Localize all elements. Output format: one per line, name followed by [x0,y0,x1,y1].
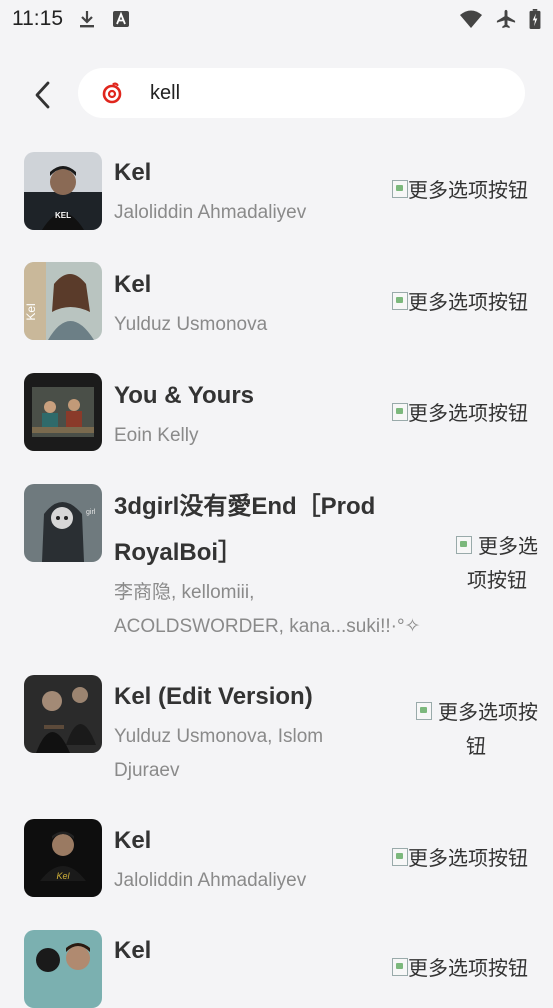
wifi-icon [460,10,482,28]
broken-image-icon [416,702,432,720]
more-options-button[interactable]: 更多选项按钮 [392,286,528,320]
album-cover [24,373,102,451]
album-cover: Kel [24,819,102,897]
search-input[interactable] [150,81,480,105]
svg-text:Kel: Kel [56,871,70,881]
broken-image-icon [392,403,408,421]
battery-icon [529,9,541,29]
album-cover: Kel [24,262,102,340]
svg-text:Kel: Kel [24,303,38,320]
song-artist: Yulduz Usmonova, Islom [114,726,324,747]
song-title: 3dgirl没有愛End［Prod [114,493,376,520]
album-cover: KEL [24,152,102,230]
font-a-icon [113,11,129,27]
album-cover [24,675,102,753]
song-artist-line-2: Djuraev [114,760,180,781]
album-cover: girl [24,484,102,562]
song-title: Kel [114,937,152,964]
song-title: Kel [114,271,152,298]
song-artist: Jaloliddin Ahmadaliyev [114,870,307,891]
broken-image-icon [392,958,408,976]
broken-image-icon [392,180,408,198]
more-options-button[interactable]: 更多选项按钮 [392,952,528,986]
netease-music-logo [102,82,122,104]
more-options-button[interactable]: 更多选 项按钮 [448,530,546,598]
song-title-line-2: RoyalBoi］ [114,539,243,566]
download-icon [80,11,94,28]
more-options-button[interactable]: 更多选项按钮 [392,397,528,431]
airplane-icon [496,9,516,29]
more-options-button[interactable]: 更多选项按钮 [392,174,528,208]
svg-text:girl: girl [86,509,96,516]
song-title: Kel [114,827,152,854]
status-bar: 11:15 [0,0,553,38]
broken-image-icon [456,536,472,554]
song-title: You & Yours [114,382,255,409]
song-title: Kel [114,159,152,186]
search-bar-row [0,66,553,120]
search-box[interactable] [78,68,525,118]
svg-text:KEL: KEL [55,211,71,220]
song-artist: Yulduz Usmonova [114,314,268,335]
more-options-button[interactable]: 更多选项按钮 [392,842,528,876]
back-arrow-icon [35,81,50,109]
song-artist: Eoin Kelly [114,425,199,446]
status-time: 11:15 [12,7,63,30]
back-button[interactable] [26,78,60,112]
song-artist-line-2: ACOLDSWORDER, kana...suki!!·°✧ [114,616,421,637]
song-title: Kel (Edit Version) [114,683,313,710]
song-artist: 李商隐, kellomiii, [114,582,255,603]
more-options-button[interactable]: 更多选项按 钮 [408,696,546,764]
broken-image-icon [392,292,408,310]
album-cover [24,930,102,1008]
song-artist: Jaloliddin Ahmadaliyev [114,202,307,223]
broken-image-icon [392,848,408,866]
